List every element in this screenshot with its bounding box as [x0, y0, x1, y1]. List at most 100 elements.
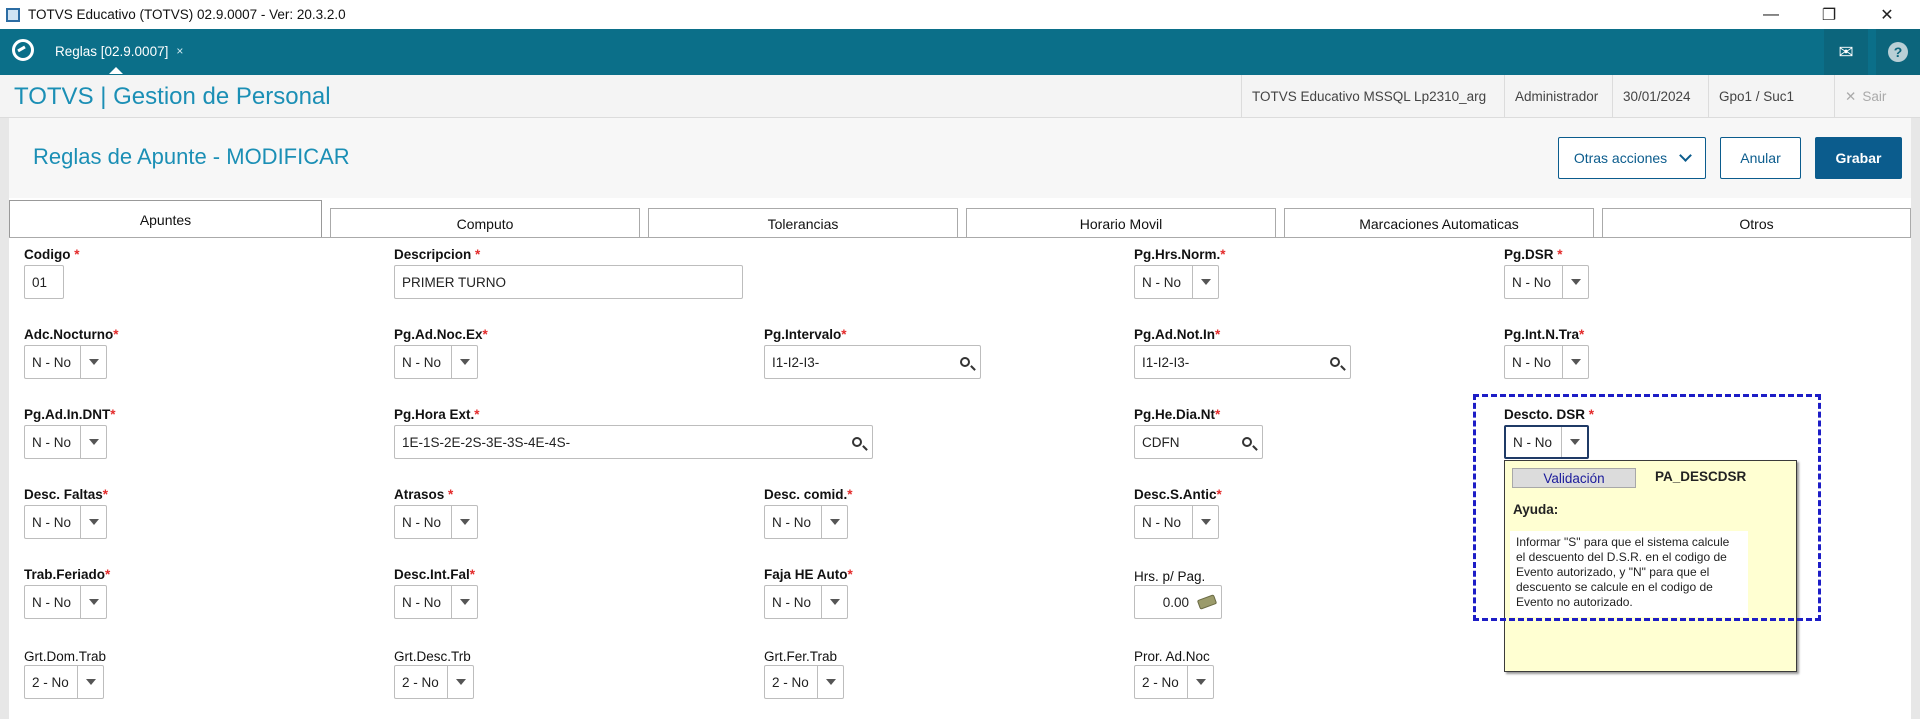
search-icon[interactable]: [842, 426, 872, 458]
calculator-money-icon[interactable]: [1193, 586, 1221, 618]
search-icon[interactable]: [1232, 426, 1262, 458]
routine-tab-label: Reglas [02.9.0007]: [55, 43, 169, 59]
descto-dsr-label: Descto. DSR *: [1504, 407, 1595, 422]
maximize-button[interactable]: ❐: [1802, 0, 1856, 29]
dropdown-arrow-icon[interactable]: [451, 506, 477, 538]
tab-horario-movil[interactable]: Horario Movil: [966, 208, 1276, 238]
pg-ad-in-dnt-select[interactable]: N - No: [24, 425, 107, 459]
pror-ad-noc-label: Pror. Ad.Noc: [1134, 649, 1210, 664]
desc-int-fal-label: Desc.Int.Fal*: [394, 567, 476, 582]
dropdown-arrow-icon[interactable]: [447, 666, 473, 698]
dropdown-arrow-icon[interactable]: [80, 586, 106, 618]
search-icon[interactable]: [950, 346, 980, 378]
module-title: TOTVS | Gestion de Personal: [14, 83, 331, 110]
validation-button[interactable]: Validación: [1512, 468, 1636, 488]
desc-int-fal-select[interactable]: N - No: [394, 585, 478, 619]
descto-dsr-select[interactable]: N - No: [1504, 425, 1589, 459]
pg-hrs-norm-select[interactable]: N - No: [1134, 265, 1219, 299]
pg-ad-noc-ex-select[interactable]: N - No: [394, 345, 478, 379]
tab-marcaciones-automaticas[interactable]: Marcaciones Automaticas: [1284, 208, 1594, 238]
dropdown-arrow-icon[interactable]: [1192, 506, 1218, 538]
exit-button[interactable]: ✕ Sair: [1834, 75, 1896, 118]
other-actions-button[interactable]: Otras acciones: [1558, 137, 1706, 179]
dropdown-arrow-icon[interactable]: [1561, 427, 1587, 457]
pg-int-n-tra-label: Pg.Int.N.Tra*: [1504, 327, 1585, 342]
trab-feriado-select[interactable]: N - No: [24, 585, 107, 619]
other-actions-label: Otras acciones: [1573, 150, 1668, 166]
grt-dom-trab-label: Grt.Dom.Trab: [24, 649, 107, 664]
grt-dom-trab-select[interactable]: 2 - No: [24, 665, 104, 699]
dropdown-arrow-icon[interactable]: [451, 586, 477, 618]
pg-intervalo-field[interactable]: I1-I2-I3-: [764, 345, 981, 379]
help-text-line: el descuento del D.S.R. en el codigo de: [1516, 550, 1727, 564]
dropdown-arrow-icon[interactable]: [821, 506, 847, 538]
save-button[interactable]: Grabar: [1815, 137, 1902, 179]
hrs-p-pag-field[interactable]: 0.00: [1134, 585, 1222, 619]
desc-faltas-select[interactable]: N - No: [24, 505, 107, 539]
help-text-line: Evento autorizado, y "N" para que el: [1516, 565, 1710, 579]
faja-he-auto-label: Faja HE Auto*: [764, 567, 853, 582]
pg-int-n-tra-select[interactable]: N - No: [1504, 345, 1589, 379]
dropdown-arrow-icon[interactable]: [451, 346, 477, 378]
adc-nocturno-label: Adc.Nocturno*: [24, 327, 119, 342]
pg-ad-noc-ex-label: Pg.Ad.Noc.Ex*: [394, 327, 488, 342]
dropdown-arrow-icon[interactable]: [821, 586, 847, 618]
desc-comid-select[interactable]: N - No: [764, 505, 848, 539]
tab-computo[interactable]: Computo: [330, 208, 640, 238]
environment-label: TOTVS Educativo MSSQL Lp2310_arg: [1241, 75, 1496, 118]
pg-ad-in-dnt-label: Pg.Ad.In.DNT*: [24, 407, 116, 422]
pror-ad-noc-select[interactable]: 2 - No: [1134, 665, 1214, 699]
pg-intervalo-label: Pg.Intervalo*: [764, 327, 847, 342]
pg-hora-ext-field[interactable]: 1E-1S-2E-2S-3E-3S-4E-4S-: [394, 425, 873, 459]
search-icon[interactable]: [1320, 346, 1350, 378]
dropdown-arrow-icon[interactable]: [1562, 266, 1588, 298]
dropdown-arrow-icon[interactable]: [80, 346, 106, 378]
page-header: Reglas de Apunte - MODIFICAR Otras accio…: [0, 118, 1920, 198]
desc-faltas-label: Desc. Faltas*: [24, 487, 109, 502]
close-tab-icon[interactable]: ×: [176, 44, 183, 58]
dropdown-arrow-icon[interactable]: [1187, 666, 1213, 698]
grt-desc-trb-select[interactable]: 2 - No: [394, 665, 474, 699]
pg-dsr-select[interactable]: N - No: [1504, 265, 1589, 299]
codigo-field[interactable]: 01: [24, 265, 64, 299]
active-tab-pointer: [109, 67, 123, 74]
module-header: TOTVS | Gestion de Personal TOTVS Educat…: [0, 75, 1920, 118]
window-title: TOTVS Educativo (TOTVS) 02.9.0007 - Ver:…: [28, 7, 346, 22]
desc-s-antic-select[interactable]: N - No: [1134, 505, 1219, 539]
window-titlebar: TOTVS Educativo (TOTVS) 02.9.0007 - Ver:…: [0, 0, 1920, 29]
adc-nocturno-select[interactable]: N - No: [24, 345, 107, 379]
cancel-button[interactable]: Anular: [1720, 137, 1801, 179]
open-routine-tab[interactable]: Reglas [02.9.0007] ×: [43, 37, 196, 74]
help-text-line: Informar "S" para que el sistema calcule: [1516, 535, 1730, 549]
tab-tolerancias[interactable]: Tolerancias: [648, 208, 958, 238]
pg-ad-not-in-label: Pg.Ad.Not.In*: [1134, 327, 1221, 342]
dropdown-arrow-icon[interactable]: [80, 506, 106, 538]
help-icon: ?: [1888, 42, 1908, 62]
dropdown-arrow-icon[interactable]: [817, 666, 843, 698]
dropdown-arrow-icon[interactable]: [1192, 266, 1218, 298]
help-text-line: descuento se calcule en el codigo de: [1516, 580, 1713, 594]
minimize-button[interactable]: —: [1744, 0, 1798, 29]
pg-hora-ext-label: Pg.Hora Ext.*: [394, 407, 480, 422]
close-icon: ✕: [1845, 88, 1857, 104]
faja-he-auto-select[interactable]: N - No: [764, 585, 848, 619]
dropdown-arrow-icon[interactable]: [77, 666, 103, 698]
pg-ad-not-in-field[interactable]: I1-I2-I3-: [1134, 345, 1351, 379]
tab-apuntes[interactable]: Apuntes: [9, 200, 322, 238]
grt-desc-trb-label: Grt.Desc.Trb: [394, 649, 471, 664]
descripcion-field[interactable]: PRIMER TURNO: [394, 265, 743, 299]
mail-icon[interactable]: ✉: [1824, 29, 1868, 75]
trab-feriado-label: Trab.Feriado*: [24, 567, 111, 582]
totvs-menu-icon[interactable]: [12, 39, 34, 61]
tab-otros[interactable]: Otros: [1602, 208, 1911, 238]
help-button[interactable]: ?: [1876, 29, 1920, 75]
atrasos-select[interactable]: N - No: [394, 505, 478, 539]
page-title: Reglas de Apunte - MODIFICAR: [33, 144, 350, 169]
pg-he-dia-nt-field[interactable]: CDFN: [1134, 425, 1263, 459]
folder-tabs: Apuntes Computo Tolerancias Horario Movi…: [9, 198, 1911, 238]
close-window-button[interactable]: ✕: [1860, 0, 1914, 29]
dropdown-arrow-icon[interactable]: [1562, 346, 1588, 378]
codigo-label: Codigo *: [24, 247, 80, 262]
grt-fer-trab-select[interactable]: 2 - No: [764, 665, 844, 699]
dropdown-arrow-icon[interactable]: [80, 426, 106, 458]
